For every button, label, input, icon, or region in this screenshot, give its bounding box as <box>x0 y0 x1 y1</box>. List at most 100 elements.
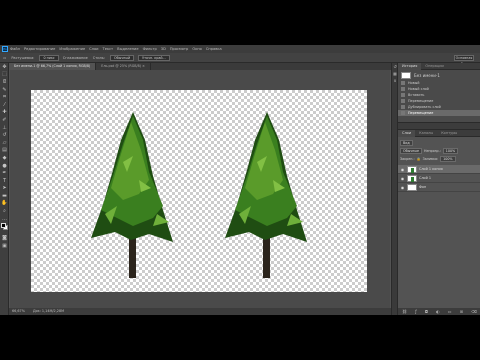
pen-tool-icon[interactable]: ✒ <box>0 169 9 177</box>
marquee-tool-icon[interactable]: ▭ <box>3 56 6 60</box>
zoom-level[interactable]: 66,67% <box>12 308 25 315</box>
history-item-selected[interactable]: Перемещение <box>398 110 480 116</box>
eyedropper-icon[interactable]: ⁄ <box>0 101 9 109</box>
eye-icon[interactable]: ◉ <box>400 176 405 181</box>
link-icon[interactable]: ⛓ <box>402 309 407 314</box>
style-select[interactable]: Обычный <box>110 54 135 61</box>
antialias-checkbox[interactable]: Сглаживание <box>63 56 88 60</box>
healing-brush-icon[interactable]: ✚ <box>0 109 9 117</box>
trash-icon[interactable]: ⌫ <box>471 309 477 314</box>
tab-actions[interactable]: Операции <box>421 63 448 70</box>
layer-row[interactable]: ◉ Слой 1 <box>398 174 480 183</box>
layer-name: Фон <box>419 185 427 189</box>
menu-3d[interactable]: 3D <box>161 47 166 51</box>
layer-name: Слой 1 копия <box>419 167 443 171</box>
fill-label: Заливка: <box>422 156 439 161</box>
hand-tool-icon[interactable]: ✋ <box>0 200 9 208</box>
folder-icon[interactable]: ▭ <box>448 309 452 314</box>
path-select-icon[interactable]: ➤ <box>0 185 9 193</box>
document-tabs: Без имени-1 @ 66,7% (Слой 1 копия, RGB/8… <box>9 63 391 70</box>
quick-select-icon[interactable]: ✎ <box>0 86 9 94</box>
layers-controls: Вид Обычные Непрозр.: 100% Закреп.: 🔒 За… <box>398 137 480 165</box>
mask-icon[interactable]: ◘ <box>425 309 428 314</box>
layers-footer: ⛓ ƒ ◘ ◐ ▭ ⊞ ⌫ <box>398 308 480 315</box>
eye-icon[interactable]: ◉ <box>400 167 405 172</box>
status-bar: 66,67% Док: 1,14M/2,28M <box>9 308 391 315</box>
dodge-tool-icon[interactable]: ● <box>0 162 9 170</box>
color-swatches[interactable] <box>0 222 9 234</box>
type-tool-icon[interactable]: T <box>0 177 9 185</box>
history-snapshot[interactable]: Без имени-1 <box>398 71 480 80</box>
tab-document-1[interactable]: Без имени-1 @ 66,7% (Слой 1 копия, RGB/8… <box>9 63 97 70</box>
opacity-input[interactable]: 100% <box>442 147 459 154</box>
spruce-tree-image <box>91 112 173 278</box>
layer-name: Слой 1 <box>419 176 432 180</box>
layer-row-selected[interactable]: ◉ Слой 1 копия <box>398 165 480 174</box>
style-label: Стиль: <box>92 55 105 60</box>
new-layer-icon[interactable]: ⊞ <box>460 309 463 314</box>
tab-layers[interactable]: Слои <box>398 129 416 137</box>
marquee-tool-icon[interactable]: ⬚ <box>0 71 9 79</box>
layer-filter-select[interactable]: Вид <box>400 139 413 146</box>
menu-image[interactable]: Изображение <box>59 47 85 51</box>
gradient-tool-icon[interactable]: ▤ <box>0 147 9 155</box>
feather-input[interactable]: 0 пикс <box>39 54 59 61</box>
tab-history[interactable]: История <box>398 62 422 70</box>
fx-icon[interactable]: ƒ <box>415 309 416 314</box>
tab-channels[interactable]: Каналы <box>415 130 437 137</box>
menu-select[interactable]: Выделение <box>117 47 138 51</box>
opacity-label: Непрозр.: <box>423 148 441 153</box>
adjustment-icon[interactable]: ◐ <box>436 309 440 314</box>
fill-input[interactable]: 100% <box>440 155 456 162</box>
history-step-icon <box>401 81 405 85</box>
photoshop-window: Ps Файл Редактирование Изображение Слои … <box>0 45 480 315</box>
blur-tool-icon[interactable]: ◆ <box>0 154 9 162</box>
menu-file[interactable]: Файл <box>10 47 20 51</box>
history-brush-icon[interactable]: ↺ <box>0 131 9 139</box>
workspace-select[interactable]: Основная рабочая среда <box>454 55 474 71</box>
crop-tool-icon[interactable]: ⌗ <box>0 93 9 101</box>
history-item-label: Вставить <box>408 93 425 97</box>
quick-mask-icon[interactable]: ◙ <box>0 234 9 242</box>
tab-paths[interactable]: Контуры <box>437 130 461 137</box>
history-step-icon <box>401 111 405 115</box>
refine-edge-button[interactable]: Уточн. край... <box>138 54 170 61</box>
history-item-label: Дублировать слой <box>408 105 441 109</box>
blend-mode-select[interactable]: Обычные <box>400 147 422 154</box>
menu-edit[interactable]: Редактирование <box>24 47 55 51</box>
menu-bar: Ps Файл Редактирование Изображение Слои … <box>0 45 480 53</box>
menu-view[interactable]: Просмотр <box>170 47 188 51</box>
history-item-label: Новый <box>408 81 420 85</box>
shape-tool-icon[interactable]: ▬ <box>0 192 9 200</box>
document-canvas[interactable] <box>31 90 367 292</box>
layers-list: ◉ Слой 1 копия ◉ Слой 1 ◉ Фон <box>398 165 480 192</box>
layer-row[interactable]: ◉ Фон <box>398 183 480 192</box>
menu-filter[interactable]: Фильтр <box>143 47 157 51</box>
menu-layers[interactable]: Слои <box>89 47 98 51</box>
more-tools-icon[interactable]: … <box>0 215 9 223</box>
lock-label: Закреп.: <box>400 156 415 161</box>
move-tool-icon[interactable]: ✥ <box>0 63 9 71</box>
screen-mode-icon[interactable]: ▣ <box>0 242 9 250</box>
history-panel-header: История Операции <box>398 62 480 70</box>
zoom-tool-icon[interactable]: ⌕ <box>0 207 9 215</box>
menu-type[interactable]: Текст <box>103 47 114 51</box>
tab-document-2[interactable]: Ель.psd @ 25% (RGB/8) × <box>96 63 151 70</box>
eye-icon[interactable]: ◉ <box>400 185 405 190</box>
snapshot-thumbnail <box>401 72 411 79</box>
spruce-tree-copy-image <box>225 112 307 278</box>
eraser-tool-icon[interactable]: ▱ <box>0 139 9 147</box>
lasso-tool-icon[interactable]: ᘓ <box>0 78 9 86</box>
menu-window[interactable]: Окно <box>192 47 202 51</box>
canvas-area[interactable] <box>10 70 390 308</box>
lock-icon[interactable]: 🔒 <box>417 157 421 161</box>
history-step-icon <box>401 87 405 91</box>
history-panel: Без имени-1 Новый Новый слой Вставить Пе… <box>398 70 480 122</box>
layer-thumbnail <box>407 174 417 182</box>
history-step-icon <box>401 99 405 103</box>
foreground-color-swatch[interactable] <box>1 223 6 229</box>
clone-stamp-icon[interactable]: ⊥ <box>0 124 9 132</box>
brush-tool-icon[interactable]: ✐ <box>0 116 9 124</box>
letterbox-bottom <box>0 315 480 360</box>
menu-help[interactable]: Справка <box>206 47 222 51</box>
